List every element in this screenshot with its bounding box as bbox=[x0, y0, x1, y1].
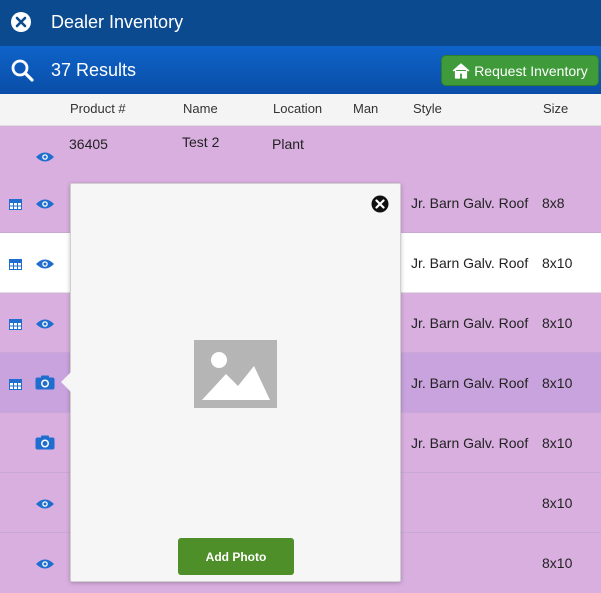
title-bar: Dealer Inventory bbox=[0, 0, 601, 46]
column-size[interactable]: Size bbox=[543, 101, 568, 116]
product-style: Jr. Barn Galv. Roof bbox=[411, 435, 529, 451]
product-size: 8x10 bbox=[542, 435, 573, 451]
search-icon[interactable] bbox=[10, 58, 34, 87]
column-man[interactable]: Man bbox=[353, 101, 378, 116]
eye-icon[interactable] bbox=[35, 497, 55, 515]
popup-close-icon[interactable] bbox=[371, 195, 389, 218]
product-name: Test 2 bbox=[182, 134, 220, 150]
product-size: 8x10 bbox=[542, 315, 573, 331]
product-style: Jr. Barn Galv. Roof bbox=[411, 375, 529, 391]
product-size: 8x10 bbox=[542, 555, 573, 571]
camera-icon[interactable] bbox=[35, 375, 55, 395]
request-inventory-label: Request Inventory bbox=[474, 62, 588, 79]
request-inventory-button[interactable]: Request Inventory bbox=[441, 55, 599, 86]
product-location: Plant bbox=[272, 136, 304, 152]
results-bar: 37 Results Request Inventory bbox=[0, 46, 601, 94]
photo-popup: Add Photo bbox=[61, 183, 401, 582]
grid-icon[interactable] bbox=[9, 317, 22, 335]
image-placeholder-icon bbox=[194, 340, 277, 408]
product-size: 8x10 bbox=[542, 375, 573, 391]
product-style: Jr. Barn Galv. Roof bbox=[411, 255, 529, 271]
home-icon bbox=[452, 62, 470, 79]
add-photo-button[interactable]: Add Photo bbox=[178, 538, 294, 575]
product-style: Jr. Barn Galv. Roof bbox=[411, 195, 529, 211]
column-location[interactable]: Location bbox=[273, 101, 322, 116]
table-header: Product # Name Location Man Style Size bbox=[0, 94, 601, 126]
product-size: 8x8 bbox=[542, 195, 565, 211]
grid-icon[interactable] bbox=[9, 377, 22, 395]
eye-icon[interactable] bbox=[35, 197, 55, 215]
eye-icon[interactable] bbox=[35, 557, 55, 575]
popup-arrow bbox=[61, 372, 71, 392]
column-name[interactable]: Name bbox=[183, 101, 218, 116]
results-count: 37 Results bbox=[51, 60, 137, 80]
grid-icon[interactable] bbox=[9, 257, 22, 275]
product-size: 8x10 bbox=[542, 255, 573, 271]
page-title: Dealer Inventory bbox=[51, 12, 184, 32]
product-size: 8x10 bbox=[542, 495, 573, 511]
product-number: 36405 bbox=[69, 136, 108, 152]
column-style[interactable]: Style bbox=[413, 101, 442, 116]
eye-icon[interactable] bbox=[35, 150, 55, 168]
eye-icon[interactable] bbox=[35, 257, 55, 275]
grid-icon[interactable] bbox=[9, 197, 22, 215]
close-icon[interactable] bbox=[10, 11, 32, 38]
column-product[interactable]: Product # bbox=[70, 101, 126, 116]
product-style: Jr. Barn Galv. Roof bbox=[411, 315, 529, 331]
camera-icon[interactable] bbox=[35, 435, 55, 455]
eye-icon[interactable] bbox=[35, 317, 55, 335]
